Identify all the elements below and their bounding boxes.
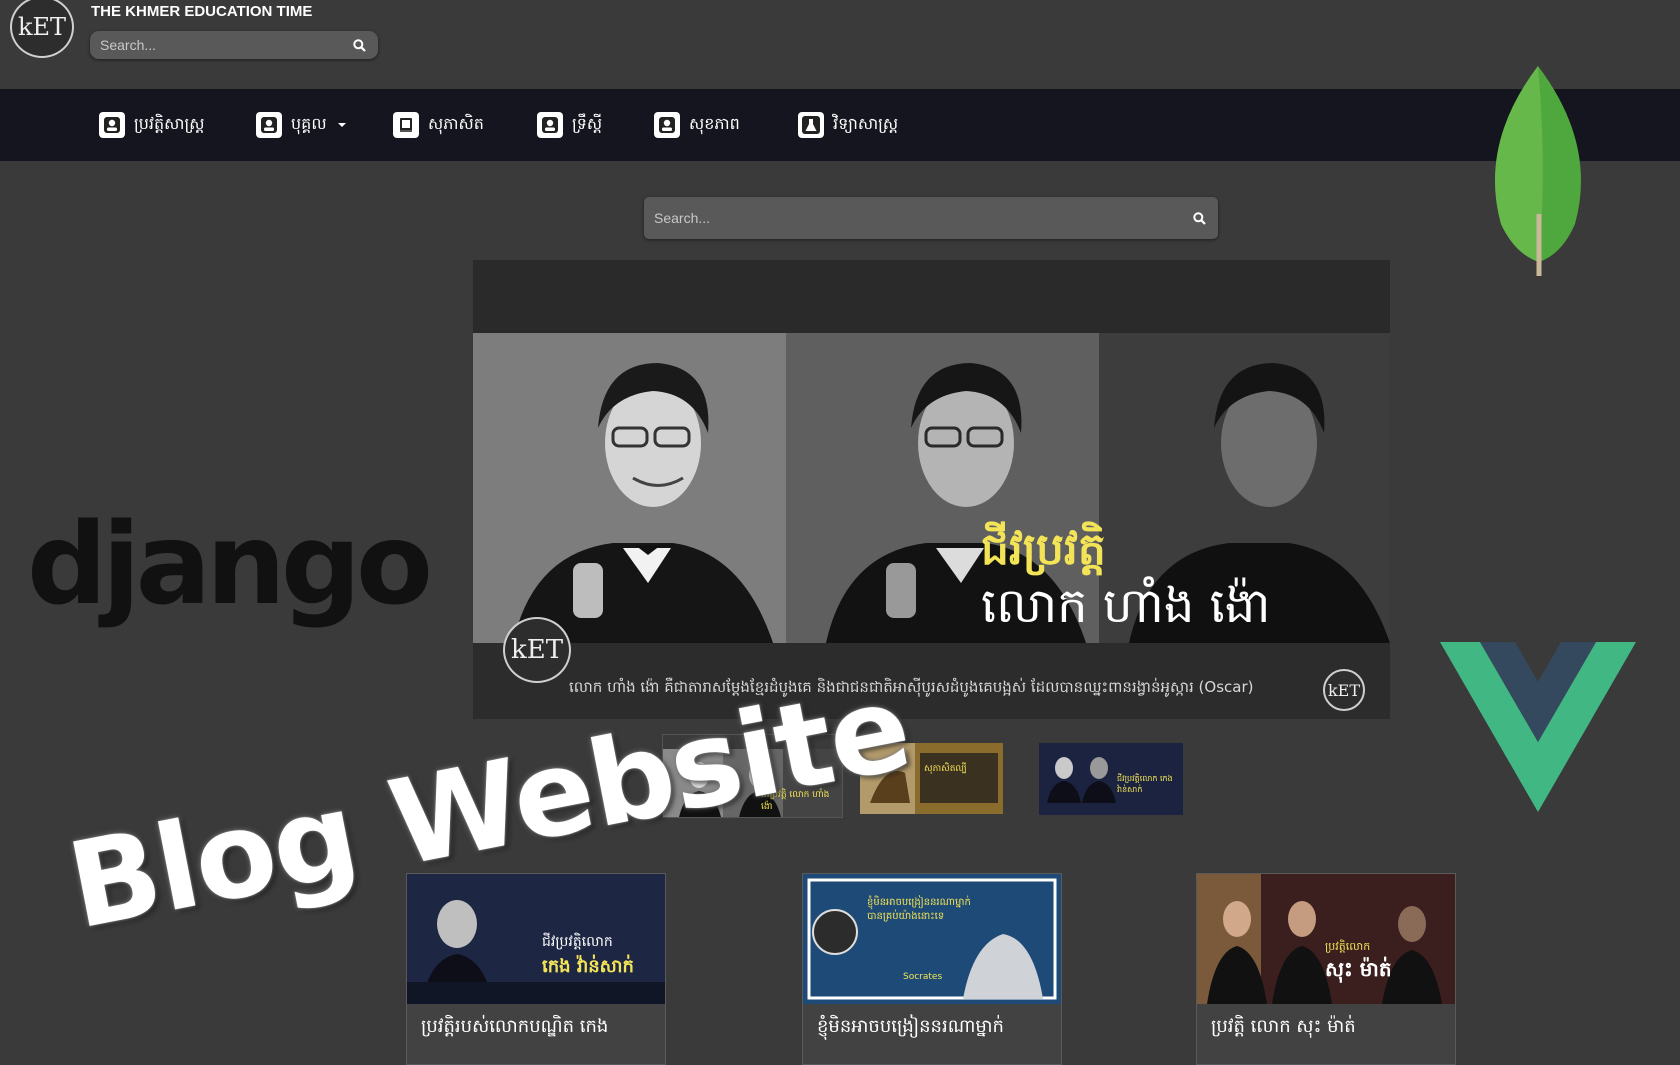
nav-item-label: ប្រវត្តិសាស្ត្រ	[134, 114, 205, 133]
carousel-photo-panel	[473, 333, 786, 643]
site-title[interactable]: THE KHMER EDUCATION TIME	[91, 3, 312, 20]
card-image-text: Socrates	[903, 972, 943, 982]
post-card-title[interactable]: ប្រវត្តិរបស់លោកបណ្ឌិត កេង	[421, 1014, 608, 1041]
site-logo[interactable]: kET	[10, 0, 74, 58]
django-logo: django	[27, 500, 433, 630]
search-icon[interactable]	[352, 38, 366, 52]
card-image-text: ខ្ញុំមិនអាចបង្រៀននរណាម្នាក់ បានគ្រប់យ៉ាង…	[867, 897, 971, 922]
header-search-input[interactable]	[90, 37, 352, 53]
post-card-image: ជីវប្រវត្តិលោក កេង វ៉ាន់សាក់	[407, 874, 665, 1004]
nav-item-people[interactable]: បុគ្គល	[256, 110, 346, 140]
nav-item-label: សុភាសិត	[428, 114, 484, 133]
nav-item-science[interactable]: វិទ្យាសាស្ត្រ	[798, 110, 898, 140]
post-card[interactable]: ប្រវត្តិលោក សុះ ម៉ាត់ ប្រវត្តិ លោក សុះ ម…	[1196, 873, 1456, 1065]
carousel-thumbnail-3[interactable]: ជីវប្រវត្តិលោក កេង វ៉ាន់សាក់	[1039, 743, 1183, 815]
thumbnail-label: សុភាសិតល្បី	[924, 764, 967, 774]
person-icon	[654, 112, 680, 138]
vue-logo-icon	[1440, 642, 1636, 812]
post-card-image: ប្រវត្តិលោក សុះ ម៉ាត់	[1197, 874, 1455, 1004]
featured-carousel[interactable]: ជីវប្រវត្តិ លោក ហាំង ង៉ោ លោក ហាំង ង៉ោ គឺ…	[473, 260, 1390, 719]
main-search-input[interactable]	[644, 210, 1192, 226]
mongodb-leaf-icon	[1495, 66, 1581, 276]
main-search-box	[644, 197, 1218, 239]
nav-item-label: សុខភាព	[689, 114, 740, 133]
person-icon	[99, 112, 125, 138]
logo-text: kET	[17, 13, 67, 41]
post-thumbnail	[803, 874, 1061, 1004]
flask-icon	[798, 112, 824, 138]
post-card-image: ខ្ញុំមិនអាចបង្រៀននរណាម្នាក់ បានគ្រប់យ៉ាង…	[803, 874, 1061, 1004]
caret-down-icon	[337, 123, 346, 127]
portrait-image	[473, 333, 786, 643]
nav-item-history[interactable]: ប្រវត្តិសាស្ត្រ	[99, 110, 204, 140]
carousel-logo: kET	[503, 617, 571, 683]
nav-item-theory[interactable]: ទ្រឹស្តី	[537, 110, 602, 140]
card-image-text: ប្រវត្តិលោក	[1325, 940, 1371, 953]
carousel-caption: លោក ហាំង ង៉ោ គឺជាតារាសម្តែងខ្មែរដំបូងគេ …	[569, 678, 1254, 696]
top-header: kET THE KHMER EDUCATION TIME	[0, 0, 1680, 89]
post-card-title[interactable]: ប្រវត្តិ លោក សុះ ម៉ាត់	[1211, 1014, 1356, 1041]
post-card-title[interactable]: ខ្ញុំមិនអាចបង្រៀននរណាម្នាក់	[817, 1014, 1004, 1041]
card-image-text: កេង វ៉ាន់សាក់	[542, 956, 634, 977]
card-image-text: ជីវប្រវត្តិលោក	[542, 934, 613, 950]
post-card[interactable]: ខ្ញុំមិនអាចបង្រៀននរណាម្នាក់ បានគ្រប់យ៉ាង…	[802, 873, 1062, 1065]
search-icon[interactable]	[1192, 211, 1206, 225]
carousel-top-band	[473, 260, 1390, 333]
person-icon	[537, 112, 563, 138]
nav-item-label: ទ្រឹស្តី	[572, 114, 603, 133]
nav-item-label: បុគ្គល	[291, 114, 327, 133]
nav-item-health[interactable]: សុខភាព	[654, 110, 740, 140]
nav-item-proverbs[interactable]: សុភាសិត	[393, 110, 484, 140]
post-thumbnail	[407, 874, 665, 1004]
header-search-box	[90, 31, 378, 59]
carousel-title-line2: លោក ហាំង ង៉ោ	[981, 578, 1271, 634]
carousel-small-logo: kET	[1323, 669, 1365, 711]
person-icon	[256, 112, 282, 138]
nav-item-label: វិទ្យាសាស្ត្រ	[833, 114, 899, 133]
post-card[interactable]: ជីវប្រវត្តិលោក កេង វ៉ាន់សាក់ ប្រវត្តិរបស…	[406, 873, 666, 1065]
book-icon	[393, 112, 419, 138]
logo-text: kET	[510, 635, 564, 665]
logo-text: kET	[1327, 680, 1361, 700]
card-image-text: សុះ ម៉ាត់	[1325, 957, 1392, 981]
thumbnail-label: ជីវប្រវត្តិលោក កេង វ៉ាន់សាក់	[1117, 774, 1173, 794]
